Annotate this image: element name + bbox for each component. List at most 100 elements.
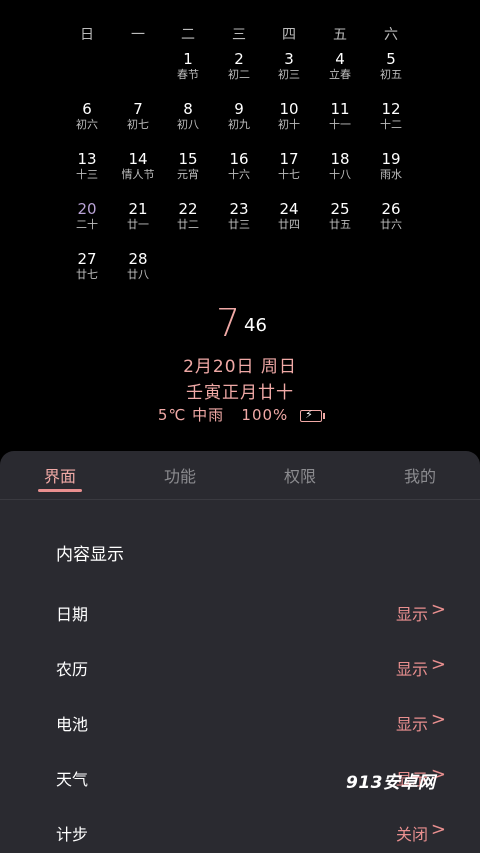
day-number: 24: [279, 200, 299, 218]
day-number: 21: [128, 200, 148, 218]
calendar-day[interactable]: 21 廿一: [113, 200, 163, 232]
calendar-day[interactable]: 24 廿四: [264, 200, 314, 232]
day-number: 26: [381, 200, 401, 218]
day-number: 23: [229, 200, 249, 218]
calendar-day[interactable]: 12 十二: [366, 100, 416, 132]
day-number: 10: [279, 100, 299, 118]
calendar-day[interactable]: 18 十八: [315, 150, 365, 182]
calendar-day[interactable]: 16 十六: [214, 150, 264, 182]
day-number: 28: [128, 250, 148, 268]
setting-label: 农历: [56, 660, 89, 679]
calendar-day[interactable]: 1 春节: [163, 50, 213, 82]
calendar-day[interactable]: 15 元宵: [163, 150, 213, 182]
day-lunar: 元宵: [177, 168, 199, 181]
tab-permission[interactable]: 权限: [260, 463, 340, 487]
day-number: 20: [77, 200, 97, 218]
date-text: 2月20日 周日: [183, 357, 297, 377]
calendar-day[interactable]: 5 初五: [366, 50, 416, 82]
day-lunar: 廿六: [380, 218, 402, 231]
setting-value: 显示: [395, 605, 428, 624]
clock-minute: 46: [244, 315, 267, 336]
setting-row-date[interactable]: 日期 显示 >: [0, 593, 480, 633]
day-lunar: 十八: [329, 168, 351, 181]
weekday-header: 日 一 二 三 四 五 六: [0, 24, 480, 43]
lunar-date-text: 壬寅正月廿十: [186, 383, 294, 403]
day-lunar: 廿三: [228, 218, 250, 231]
day-lunar: 廿二: [177, 218, 199, 231]
setting-row-steps[interactable]: 计步 关闭 >: [0, 813, 480, 853]
calendar-day[interactable]: 14 情人节: [113, 150, 163, 182]
day-lunar: 初九: [228, 118, 250, 131]
calendar-day[interactable]: 11 十一: [315, 100, 365, 132]
calendar-day[interactable]: 22 廿二: [163, 200, 213, 232]
setting-label: 电池: [56, 715, 89, 734]
day-number: 15: [178, 150, 198, 168]
calendar-day[interactable]: 19 雨水: [366, 150, 416, 182]
setting-row-lunar[interactable]: 农历 显示 >: [0, 648, 480, 688]
day-lunar: 初五: [380, 68, 402, 81]
day-number: 13: [77, 150, 97, 168]
calendar-day[interactable]: 17 十七: [264, 150, 314, 182]
day-lunar: 十七: [278, 168, 300, 181]
battery-charging-icon: ⚡: [300, 408, 326, 422]
day-lunar: 初七: [127, 118, 149, 131]
weekday-fri: 五: [333, 27, 347, 43]
calendar-day[interactable]: 8 初八: [163, 100, 213, 132]
setting-label: 天气: [56, 770, 89, 789]
weekday-wed: 三: [232, 27, 246, 43]
day-lunar: 廿五: [329, 218, 351, 231]
setting-label: 计步: [56, 825, 89, 844]
day-lunar: 廿四: [278, 218, 300, 231]
day-number: 11: [330, 100, 350, 118]
tab-interface[interactable]: 界面: [20, 463, 100, 487]
day-number: 8: [183, 100, 193, 118]
day-lunar: 初三: [278, 68, 300, 81]
active-tab-indicator: [38, 489, 82, 492]
day-lunar: 十二: [380, 118, 402, 131]
weekday-mon: 一: [131, 27, 145, 43]
day-number: 1: [183, 50, 193, 68]
calendar-day[interactable]: 28 廿八: [113, 250, 163, 282]
day-lunar: 廿八: [127, 268, 149, 281]
calendar-day[interactable]: 2 初二: [214, 50, 264, 82]
watermark-logo: 913安卓网: [346, 773, 436, 793]
calendar-day[interactable]: 20 二十: [62, 200, 112, 232]
chevron-right-icon: >: [430, 654, 446, 675]
day-lunar: 情人节: [121, 168, 155, 181]
calendar-day[interactable]: 4 立春: [315, 50, 365, 82]
weekday-thu: 四: [282, 27, 296, 43]
day-lunar: 初六: [76, 118, 98, 131]
tab-mine[interactable]: 我的: [380, 463, 460, 487]
chevron-right-icon: >: [430, 819, 446, 840]
calendar-day[interactable]: 27 廿七: [62, 250, 112, 282]
calendar-day[interactable]: 23 廿三: [214, 200, 264, 232]
day-lunar: 二十: [76, 218, 98, 231]
setting-label: 日期: [56, 605, 89, 624]
calendar-day[interactable]: 6 初六: [62, 100, 112, 132]
setting-row-battery[interactable]: 电池 显示 >: [0, 703, 480, 743]
chevron-right-icon: >: [430, 599, 446, 620]
clock: 7 46: [0, 302, 480, 344]
calendar-day[interactable]: 25 廿五: [315, 200, 365, 232]
calendar-day[interactable]: 3 初三: [264, 50, 314, 82]
battery-text: 100%: [241, 406, 289, 424]
tab-function[interactable]: 功能: [140, 463, 220, 487]
calendar-day[interactable]: 13 十三: [62, 150, 112, 182]
weekday-sat: 六: [384, 27, 398, 43]
tab-bar: 界面 功能 权限 我的: [0, 451, 480, 500]
weather-text: 5℃ 中雨: [157, 406, 225, 424]
day-number: 19: [381, 150, 401, 168]
day-lunar: 十三: [76, 168, 98, 181]
calendar-day[interactable]: 10 初十: [264, 100, 314, 132]
chevron-right-icon: >: [430, 709, 446, 730]
calendar-day[interactable]: 7 初七: [113, 100, 163, 132]
status-line: 5℃ 中雨 100% ⚡: [0, 404, 480, 425]
day-number: 18: [330, 150, 350, 168]
weekday-tue: 二: [181, 27, 195, 43]
day-lunar: 十一: [329, 118, 351, 131]
day-lunar: 初八: [177, 118, 199, 131]
day-number: 6: [82, 100, 92, 118]
calendar-day[interactable]: 9 初九: [214, 100, 264, 132]
day-lunar: 雨水: [380, 168, 402, 181]
calendar-day[interactable]: 26 廿六: [366, 200, 416, 232]
